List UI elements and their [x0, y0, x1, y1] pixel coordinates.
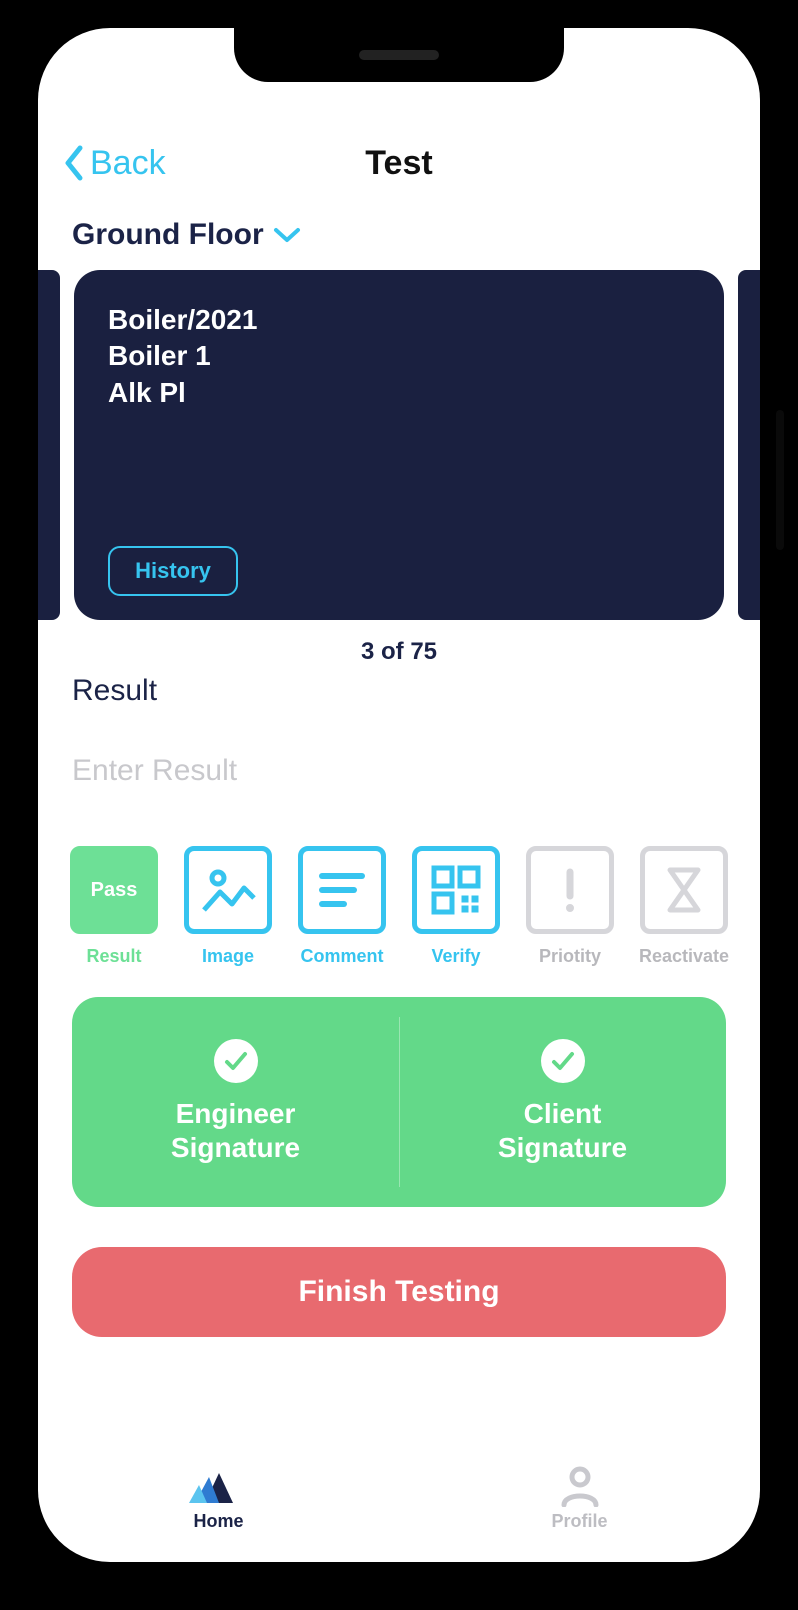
action-priority-label: Priotity [539, 946, 601, 967]
history-button[interactable]: History [108, 546, 238, 596]
phone-notch [234, 28, 564, 82]
asset-line-1: Boiler/2021 [108, 302, 690, 338]
comment-icon [298, 846, 386, 934]
prev-card-peek[interactable] [38, 270, 60, 620]
asset-card: Boiler/2021 Boiler 1 Alk Pl History [74, 270, 724, 620]
action-reactivate[interactable]: Reactivate [634, 846, 734, 967]
qr-icon [412, 846, 500, 934]
chevron-down-icon [272, 224, 302, 246]
asset-carousel[interactable]: Boiler/2021 Boiler 1 Alk Pl History [38, 270, 760, 620]
tab-bar: Home Profile [38, 1442, 760, 1562]
location-label: Ground Floor [72, 218, 264, 252]
priority-icon [526, 846, 614, 934]
image-icon [184, 846, 272, 934]
profile-icon [558, 1463, 602, 1507]
back-label: Back [90, 144, 166, 183]
tab-home[interactable]: Home [38, 1442, 399, 1552]
nav-bar: Back Test [38, 128, 760, 198]
result-section-label: Result [72, 674, 726, 708]
action-image-label: Image [202, 946, 254, 967]
phone-side-button [776, 410, 784, 550]
signature-panel: EngineerSignature ClientSignature [72, 997, 726, 1207]
action-row: Pass Result Image [64, 846, 734, 967]
back-button[interactable]: Back [62, 144, 166, 183]
action-image[interactable]: Image [178, 846, 278, 967]
pass-icon: Pass [70, 846, 158, 934]
action-verify[interactable]: Verify [406, 846, 506, 967]
action-result-label: Result [86, 946, 141, 967]
page-title: Test [365, 144, 432, 183]
action-comment-label: Comment [300, 946, 383, 967]
action-reactivate-label: Reactivate [639, 946, 729, 967]
client-signature-button[interactable]: ClientSignature [399, 997, 726, 1207]
tab-profile-label: Profile [551, 1511, 607, 1532]
action-comment[interactable]: Comment [292, 846, 392, 967]
asset-line-2: Boiler 1 [108, 338, 690, 374]
engineer-signature-button[interactable]: EngineerSignature [72, 997, 399, 1207]
phone-screen: Back Test Ground Floor Boiler/2021 Boile… [38, 28, 760, 1562]
signature-separator [399, 1017, 400, 1187]
tab-profile[interactable]: Profile [399, 1442, 760, 1552]
check-icon [541, 1039, 585, 1083]
action-priority[interactable]: Priotity [520, 846, 620, 967]
tab-home-label: Home [193, 1511, 243, 1532]
next-card-peek[interactable] [738, 270, 760, 620]
action-verify-label: Verify [431, 946, 480, 967]
location-dropdown[interactable]: Ground Floor [38, 198, 760, 260]
result-input[interactable] [72, 736, 726, 806]
carousel-counter: 3 of 75 [38, 638, 760, 666]
action-result[interactable]: Pass Result [64, 846, 164, 967]
chevron-left-icon [62, 144, 86, 182]
finish-testing-button[interactable]: Finish Testing [72, 1247, 726, 1337]
client-signature-label: ClientSignature [498, 1097, 627, 1164]
phone-speaker [359, 50, 439, 60]
check-icon [214, 1039, 258, 1083]
phone-frame: Back Test Ground Floor Boiler/2021 Boile… [20, 10, 778, 1580]
asset-line-3: Alk Pl [108, 375, 690, 411]
app-content: Back Test Ground Floor Boiler/2021 Boile… [38, 28, 760, 1562]
hourglass-icon [640, 846, 728, 934]
home-icon [189, 1463, 249, 1507]
engineer-signature-label: EngineerSignature [171, 1097, 300, 1164]
